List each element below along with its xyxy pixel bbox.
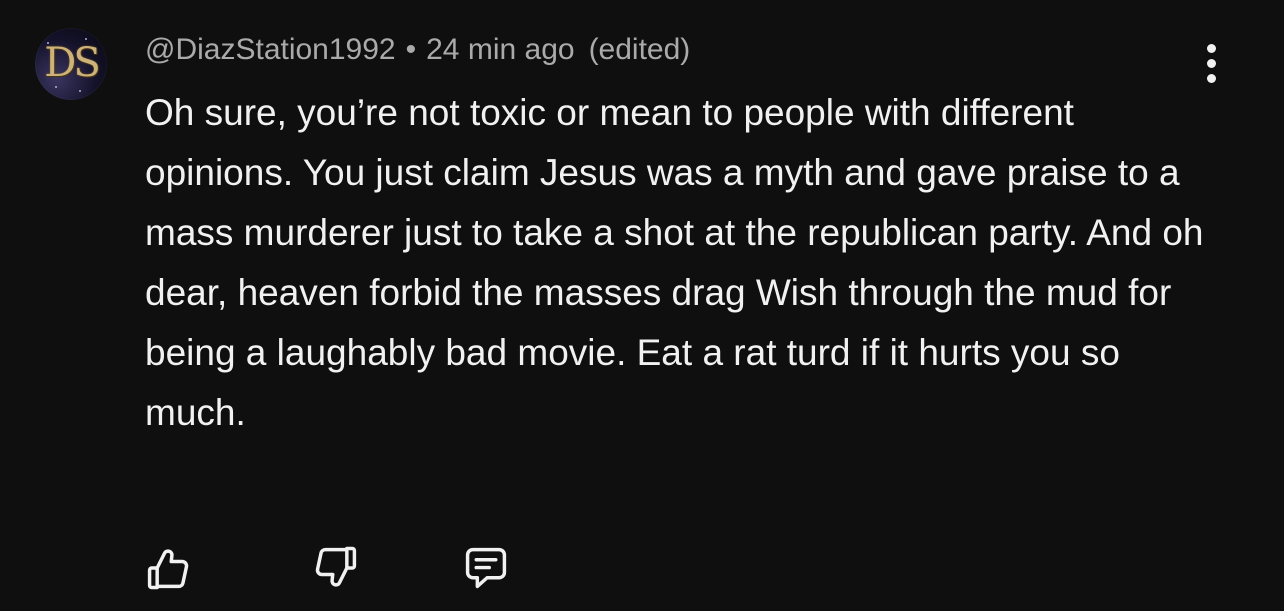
avatar-initials: DS bbox=[44, 40, 100, 86]
avatar[interactable]: DS bbox=[35, 28, 107, 100]
more-vertical-icon bbox=[1207, 74, 1216, 83]
timestamp[interactable]: 24 min ago bbox=[426, 33, 574, 67]
comment-actions bbox=[0, 538, 1284, 608]
reply-button[interactable] bbox=[456, 538, 516, 598]
dislike-button[interactable] bbox=[306, 538, 366, 598]
more-options-button[interactable] bbox=[1198, 42, 1226, 86]
more-vertical-icon bbox=[1207, 44, 1216, 53]
avatar-star bbox=[79, 90, 81, 92]
comment-thread-item: DS @DiazStation1992 • 24 min ago (edited… bbox=[0, 0, 1284, 611]
more-vertical-icon bbox=[1207, 59, 1216, 68]
avatar-star bbox=[55, 86, 57, 88]
edited-label: (edited) bbox=[588, 33, 691, 66]
thumbs-up-icon bbox=[147, 549, 189, 590]
thumbs-down-icon bbox=[315, 546, 357, 587]
comment-header: @DiazStation1992 • 24 min ago (edited) bbox=[145, 32, 690, 68]
separator-dot: • bbox=[405, 33, 417, 66]
comment-text: Oh sure, you’re not toxic or mean to peo… bbox=[145, 92, 1204, 433]
like-button[interactable] bbox=[138, 538, 198, 598]
author-name[interactable]: @DiazStation1992 bbox=[145, 33, 396, 67]
comment-icon bbox=[465, 547, 507, 589]
